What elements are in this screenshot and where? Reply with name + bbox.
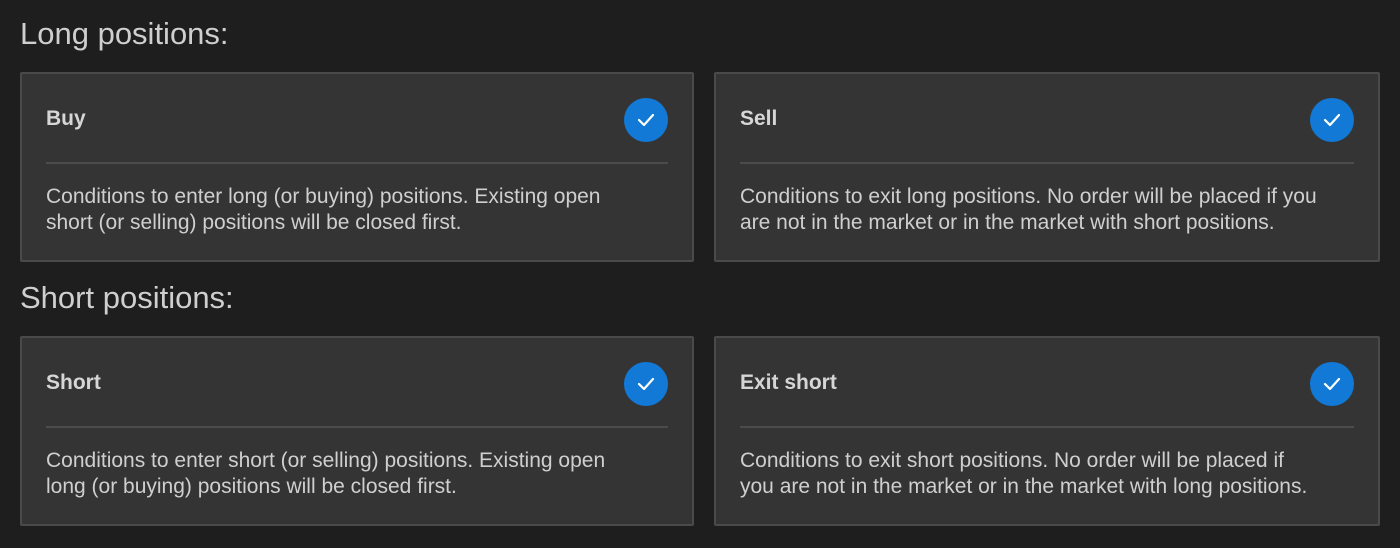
card-title-short: Short [46,371,101,394]
divider [740,162,1354,164]
card-short[interactable]: Short Conditions to enter short (or sell… [20,336,694,526]
checkmark-icon [637,377,655,391]
card-description-exit-short: Conditions to exit short positions. No o… [740,449,1308,498]
card-sell[interactable]: Sell Conditions to exit long positions. … [714,72,1380,262]
sell-checkbox[interactable] [1310,98,1354,142]
divider [46,162,668,164]
card-description-sell: Conditions to exit long positions. No or… [740,185,1317,234]
short-checkbox[interactable] [624,362,668,406]
checkmark-icon [1323,113,1341,127]
checkmark-icon [1323,377,1341,391]
section-title-long: Long positions: [20,16,229,51]
card-title-exit-short: Exit short [740,371,837,394]
card-title-buy: Buy [46,107,86,130]
buy-checkbox[interactable] [624,98,668,142]
exit-short-checkbox[interactable] [1310,362,1354,406]
card-exit-short[interactable]: Exit short Conditions to exit short posi… [714,336,1380,526]
checkmark-icon [637,113,655,127]
card-description-short: Conditions to enter short (or selling) p… [46,449,606,498]
card-title-sell: Sell [740,107,778,130]
card-buy[interactable]: Buy Conditions to enter long (or buying)… [20,72,694,262]
divider [740,426,1354,428]
section-title-short: Short positions: [20,280,234,315]
card-description-buy: Conditions to enter long (or buying) pos… [46,185,601,234]
divider [46,426,668,428]
